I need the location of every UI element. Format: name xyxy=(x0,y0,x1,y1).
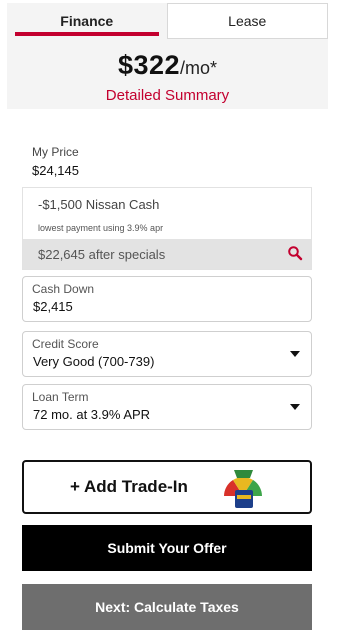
calculate-taxes-button[interactable]: Next: Calculate Taxes xyxy=(22,584,312,630)
cash-down-label: Cash Down xyxy=(32,282,95,296)
cash-down-field[interactable]: Cash Down $2,415 xyxy=(22,276,312,322)
special-offer-name: -$1,500 Nissan Cash xyxy=(38,197,160,212)
search-icon[interactable] xyxy=(287,245,303,261)
credit-score-select[interactable]: Credit Score Very Good (700-739) xyxy=(22,331,312,377)
credit-score-label: Credit Score xyxy=(32,337,99,351)
add-trade-in-button[interactable]: + Add Trade-In xyxy=(22,460,312,514)
after-specials-price: $22,645 after specials xyxy=(38,247,166,262)
chevron-down-icon xyxy=(290,351,300,357)
payment-summary: $322/mo* Detailed Summary xyxy=(7,39,328,109)
loan-term-label: Loan Term xyxy=(32,390,89,404)
monthly-payment: $322/mo* xyxy=(7,50,328,85)
tab-finance[interactable]: Finance xyxy=(7,3,167,39)
submit-offer-button[interactable]: Submit Your Offer xyxy=(22,525,312,571)
special-offer-note: lowest payment using 3.9% apr xyxy=(38,223,164,233)
credit-score-value: Very Good (700-739) xyxy=(33,354,155,369)
loan-term-select[interactable]: Loan Term 72 mo. at 3.9% APR xyxy=(22,384,312,430)
add-trade-in-label: + Add Trade-In xyxy=(70,477,188,496)
specials-panel: -$1,500 Nissan Cash lowest payment using… xyxy=(22,187,312,270)
kbb-gauge-logo xyxy=(220,466,266,510)
my-price-value: $24,145 xyxy=(32,163,79,178)
payment-unit: /mo* xyxy=(180,58,218,78)
after-specials-row: $22,645 after specials xyxy=(23,239,311,269)
chevron-down-icon xyxy=(290,404,300,410)
my-price-label: My Price xyxy=(32,145,79,159)
detailed-summary-link[interactable]: Detailed Summary xyxy=(7,87,328,104)
payment-type-tabs: Finance Lease xyxy=(7,3,328,39)
cash-down-value[interactable]: $2,415 xyxy=(33,299,73,314)
tab-lease[interactable]: Lease xyxy=(166,3,328,39)
loan-term-value: 72 mo. at 3.9% APR xyxy=(33,407,151,422)
payment-amount: $322 xyxy=(117,50,181,80)
